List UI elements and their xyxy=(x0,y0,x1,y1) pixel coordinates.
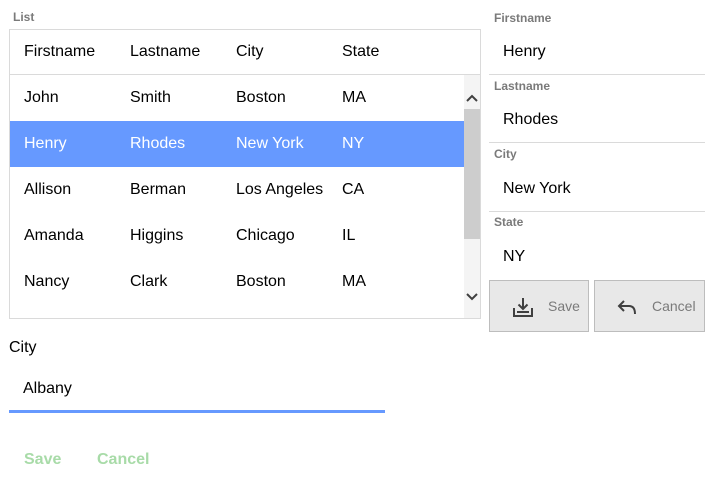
city-editor-label: City xyxy=(9,339,37,356)
cell-city: New York xyxy=(236,135,304,152)
column-header-state[interactable]: State xyxy=(342,42,379,62)
cell-lastname: Berman xyxy=(130,181,187,198)
grid-rows: John Smith Boston MA Henry Rhodes New Yo… xyxy=(10,75,464,318)
cell-lastname: Rhodes xyxy=(130,135,186,152)
data-grid[interactable]: Firstname Lastname City State John Smith… xyxy=(9,29,481,319)
cancel-button-label: Cancel xyxy=(652,298,696,314)
cell-state: MA xyxy=(342,273,366,290)
cancel-button[interactable]: Cancel xyxy=(594,280,705,332)
cell-firstname: Henry xyxy=(24,135,67,152)
table-row[interactable]: John Smith Boston MA xyxy=(10,75,464,121)
city-label: City xyxy=(494,147,517,161)
scroll-up-icon[interactable] xyxy=(464,89,480,107)
cell-city: Boston xyxy=(236,273,286,290)
scroll-down-icon[interactable] xyxy=(464,288,480,306)
city-cancel-button[interactable]: Cancel xyxy=(97,451,149,469)
save-button-label: Save xyxy=(548,298,580,314)
column-header-city[interactable]: City xyxy=(236,42,264,62)
column-header-lastname[interactable]: Lastname xyxy=(130,42,200,62)
table-row[interactable]: Nancy Clark Boston MA xyxy=(10,259,464,305)
save-button[interactable]: Save xyxy=(489,280,589,332)
table-row[interactable]: Henry Rhodes New York NY xyxy=(10,121,464,167)
cell-firstname: John xyxy=(24,89,59,106)
scrollbar-thumb[interactable] xyxy=(464,109,480,239)
cell-state: CA xyxy=(342,181,365,198)
cell-lastname: Smith xyxy=(130,89,171,106)
table-row[interactable]: Allison Berman Los Angeles CA xyxy=(10,167,464,213)
list-caption: List xyxy=(13,10,35,24)
city-editor-input[interactable] xyxy=(9,368,385,413)
lastname-field[interactable] xyxy=(489,97,705,143)
firstname-label: Firstname xyxy=(494,11,552,25)
vertical-scrollbar[interactable] xyxy=(464,75,480,318)
cell-firstname: Amanda xyxy=(24,227,84,244)
cell-state: IL xyxy=(342,227,356,244)
download-tray-icon xyxy=(512,296,534,318)
cell-firstname: Nancy xyxy=(24,273,70,290)
cell-city: Los Angeles xyxy=(236,181,324,198)
cell-lastname: Clark xyxy=(130,273,168,290)
city-save-button[interactable]: Save xyxy=(24,451,61,469)
grid-header: Firstname Lastname City State xyxy=(10,30,480,75)
lastname-label: Lastname xyxy=(494,79,551,93)
column-header-firstname[interactable]: Firstname xyxy=(24,42,95,62)
cell-lastname: Higgins xyxy=(130,227,184,244)
state-label: State xyxy=(494,215,524,229)
firstname-field[interactable] xyxy=(489,29,705,75)
cell-state: MA xyxy=(342,89,366,106)
cell-city: Boston xyxy=(236,89,286,106)
cell-firstname: Allison xyxy=(24,181,72,198)
state-field[interactable] xyxy=(489,234,705,280)
cell-city: Chicago xyxy=(236,227,295,244)
table-row[interactable]: Amanda Higgins Chicago IL xyxy=(10,213,464,259)
city-field[interactable] xyxy=(489,166,705,212)
undo-arrow-icon xyxy=(617,296,639,318)
cell-state: NY xyxy=(342,135,365,152)
